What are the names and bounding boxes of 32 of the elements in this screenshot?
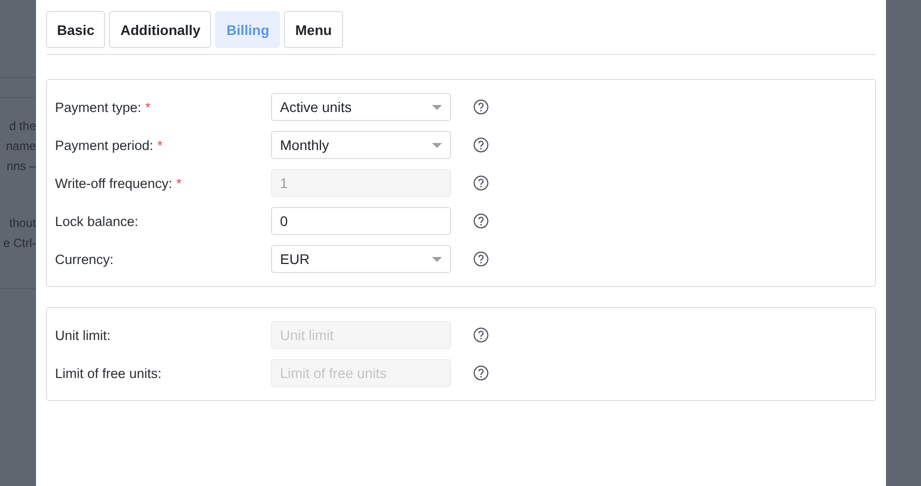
- field-label: Unit limit:: [55, 328, 111, 342]
- help-icon[interactable]: [473, 137, 489, 153]
- field-label: Lock balance:: [55, 214, 138, 228]
- help-icon[interactable]: [473, 175, 489, 191]
- help-icon[interactable]: [473, 365, 489, 381]
- help-icon[interactable]: [473, 99, 489, 115]
- caret-icon: [432, 256, 442, 262]
- field-label: Write-off frequency:: [55, 176, 172, 190]
- select-field[interactable]: Monthly: [271, 131, 451, 159]
- help-icon[interactable]: [473, 327, 489, 343]
- field-label: Limit of free units:: [55, 366, 162, 380]
- select-field[interactable]: EUR: [271, 245, 451, 273]
- caret-icon: [432, 142, 442, 148]
- field-label: Payment type:: [55, 100, 142, 114]
- background-text: name: [6, 138, 36, 155]
- field-label: Currency:: [55, 252, 114, 266]
- caret-icon: [432, 104, 442, 110]
- required-mark: *: [145, 100, 151, 114]
- background-text: thout: [9, 215, 36, 232]
- tab[interactable]: Basic: [46, 11, 106, 48]
- help-icon[interactable]: [473, 213, 489, 229]
- background-text: nns –: [6, 158, 36, 175]
- select-field[interactable]: Active units: [271, 93, 451, 121]
- background-text: e Ctrl-: [3, 235, 36, 252]
- help-icon[interactable]: [473, 251, 489, 267]
- required-mark: *: [176, 176, 182, 190]
- tab[interactable]: Menu: [284, 11, 343, 48]
- tab[interactable]: Additionally: [109, 11, 212, 48]
- background-text: d the: [9, 118, 36, 135]
- input-field[interactable]: 0: [271, 207, 451, 235]
- required-mark: *: [157, 138, 163, 152]
- field-label: Payment period:: [55, 138, 154, 152]
